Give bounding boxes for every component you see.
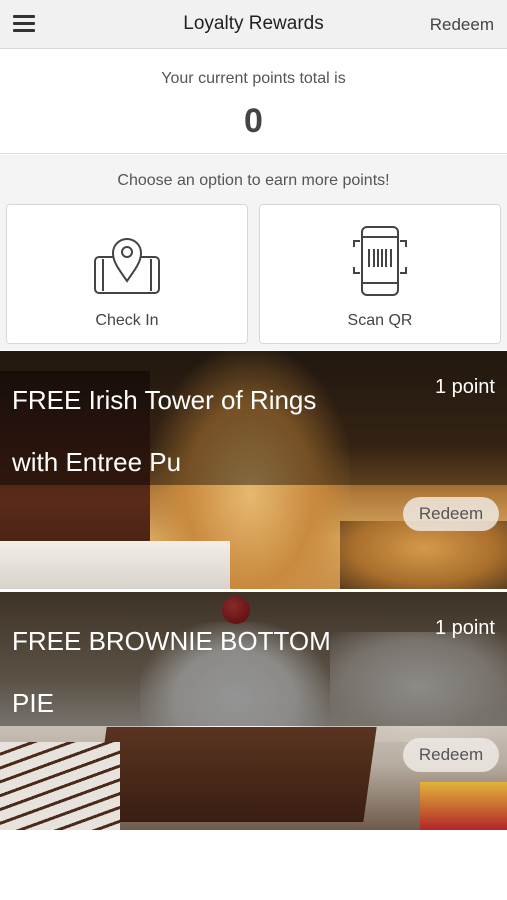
reward-title: FREE BROWNIE BOTTOM PIE xyxy=(12,626,331,718)
reward-redeem-button[interactable]: Redeem xyxy=(403,738,499,772)
reward-card-irish-tower[interactable]: FREE Irish Tower of Rings with Entree Pu… xyxy=(0,351,507,589)
brownie-image xyxy=(93,727,377,822)
points-summary: Your current points total is 0 xyxy=(0,50,507,154)
check-in-label: Check In xyxy=(95,312,159,329)
points-label: Your current points total is xyxy=(161,70,346,87)
scan-qr-button[interactable]: Scan QR xyxy=(259,204,501,344)
earn-points-section: Choose an option to earn more points! Ch… xyxy=(0,155,507,350)
side-rings-image xyxy=(340,521,507,589)
reward-card-brownie-pie[interactable]: FREE BROWNIE BOTTOM PIE 1 point Redeem xyxy=(0,592,507,830)
table-image xyxy=(420,782,507,830)
reward-points: 1 point xyxy=(434,617,495,639)
points-value: 0 xyxy=(244,102,263,140)
plate-image xyxy=(0,742,120,830)
reward-points: 1 point xyxy=(434,376,495,398)
napkin-image xyxy=(0,541,230,589)
phone-location-pin-icon xyxy=(94,238,160,294)
header-redeem-button[interactable]: Redeem xyxy=(430,15,494,35)
earn-points-label: Choose an option to earn more points! xyxy=(117,172,390,189)
top-bar: Loyalty Rewards Redeem xyxy=(0,0,507,49)
reward-redeem-button[interactable]: Redeem xyxy=(403,497,499,531)
phone-barcode-scan-icon xyxy=(353,226,407,296)
reward-title: FREE Irish Tower of Rings with Entree Pu xyxy=(12,385,317,477)
check-in-button[interactable]: Check In xyxy=(6,204,248,344)
scan-qr-label: Scan QR xyxy=(347,312,413,329)
